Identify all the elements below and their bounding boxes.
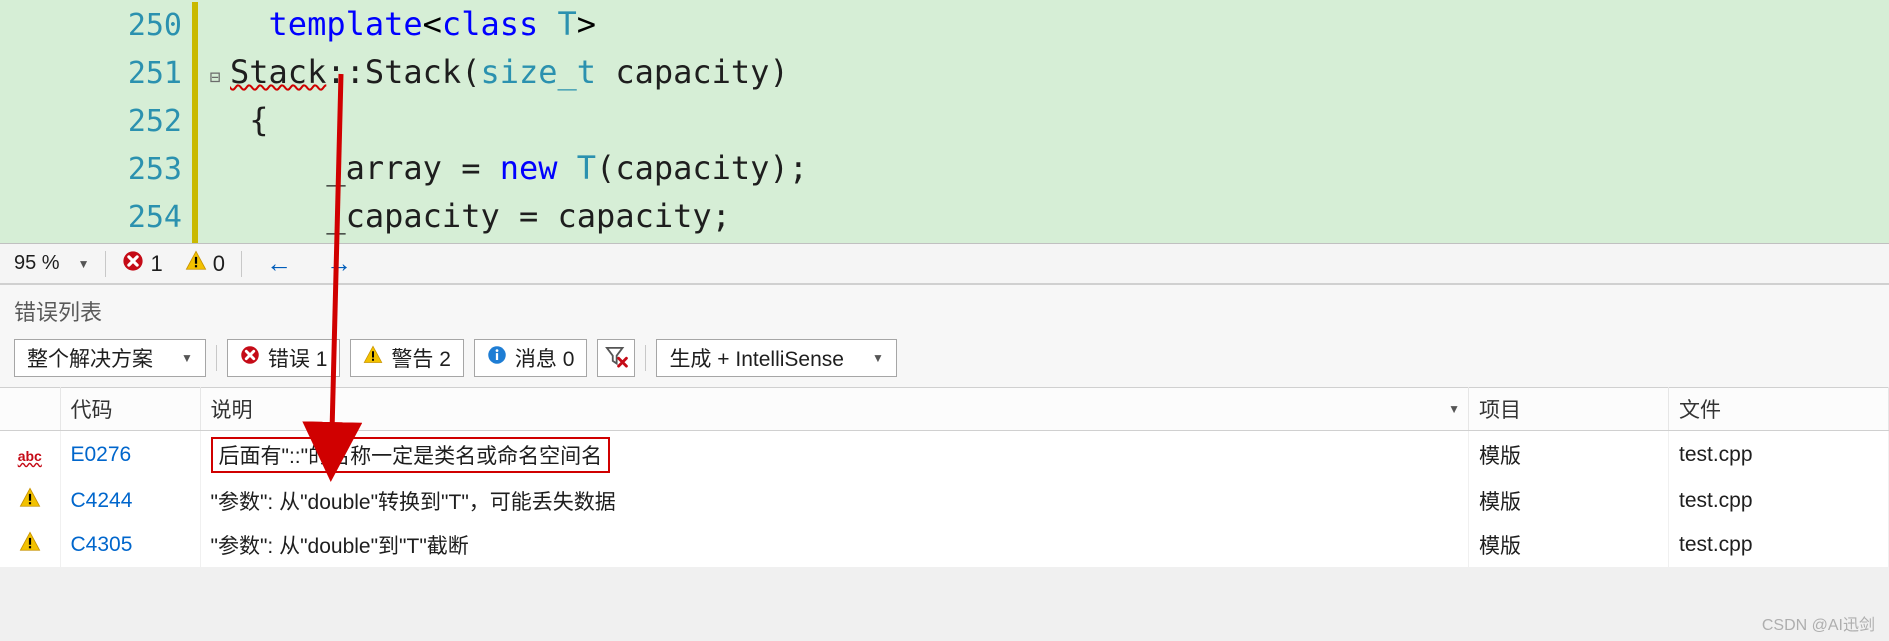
warning-icon xyxy=(363,345,383,371)
warning-icon xyxy=(0,479,60,523)
zoom-combo[interactable]: 95 % ▼ xyxy=(8,250,95,277)
line-number: 250 xyxy=(0,2,200,50)
chevron-down-icon: ▼ xyxy=(1448,402,1460,416)
line-number: 255 xyxy=(0,242,200,244)
error-code[interactable]: C4244 xyxy=(60,479,200,523)
nav-back-icon[interactable]: ← xyxy=(266,248,292,279)
table-row[interactable]: abcE0276后面有"::"的名称一定是类名或命名空间名模版test.cpp xyxy=(0,431,1889,480)
code-text[interactable]: _capacity = capacity; xyxy=(230,192,731,240)
error-code[interactable]: E0276 xyxy=(60,431,200,480)
error-description: 后面有"::"的名称一定是类名或命名空间名 xyxy=(200,431,1469,480)
error-file[interactable]: test.cpp xyxy=(1669,431,1889,480)
code-text[interactable]: { xyxy=(230,96,269,144)
chevron-down-icon: ▼ xyxy=(852,351,884,365)
warning-icon xyxy=(0,523,60,567)
code-text[interactable]: template<class T> xyxy=(230,0,596,48)
error-icon xyxy=(122,250,144,278)
error-list-toolbar: 整个解决方案 ▼ 错误 1 警告 2 消息 0 xyxy=(0,335,1889,387)
table-row[interactable]: C4244"参数": 从"double"转换到"T"，可能丢失数据模版test.… xyxy=(0,479,1889,523)
code-line[interactable]: 252 { xyxy=(0,96,1889,144)
watermark: CSDN @AI迅剑 xyxy=(1762,611,1875,635)
editor-status-strip: 95 % ▼ 1 0 ← → xyxy=(0,244,1889,284)
error-file[interactable]: test.cpp xyxy=(1669,523,1889,567)
separator xyxy=(216,345,217,371)
code-text[interactable]: _size = 0; xyxy=(230,240,519,244)
clear-filter-button[interactable] xyxy=(597,339,635,377)
separator xyxy=(645,345,646,371)
info-icon xyxy=(487,345,507,371)
error-table: 代码 说明▼ 项目 文件 abcE0276后面有"::"的名称一定是类名或命名空… xyxy=(0,387,1889,567)
panel-title: 错误列表 xyxy=(0,285,1889,335)
intellisense-error-icon: abc xyxy=(0,431,60,480)
mode-combo[interactable]: 生成 + IntelliSense ▼ xyxy=(656,339,896,377)
nav-forward-icon[interactable]: → xyxy=(326,248,352,279)
code-line[interactable]: 253 _array = new T(capacity); xyxy=(0,144,1889,192)
table-row[interactable]: C4305"参数": 从"double"到"T"截断模版test.cpp xyxy=(0,523,1889,567)
error-count: 1 xyxy=(150,251,162,277)
scope-label: 整个解决方案 xyxy=(27,343,153,373)
error-description: "参数": 从"double"转换到"T"，可能丢失数据 xyxy=(200,479,1469,523)
chevron-down-icon: ▼ xyxy=(161,351,193,365)
warning-icon xyxy=(185,250,207,278)
messages-filter-label: 消息 0 xyxy=(515,343,575,373)
code-text[interactable]: Stack::Stack(size_t capacity) xyxy=(230,48,789,96)
error-project: 模版 xyxy=(1469,523,1669,567)
col-icon[interactable] xyxy=(0,388,60,431)
warning-count-stat[interactable]: 0 xyxy=(179,250,231,278)
errors-filter-label: 错误 1 xyxy=(268,343,328,373)
zoom-value: 95 % xyxy=(14,252,60,275)
line-number: 253 xyxy=(0,146,200,194)
col-file[interactable]: 文件 xyxy=(1669,388,1889,431)
error-count-stat[interactable]: 1 xyxy=(116,250,168,278)
fold-toggle-icon[interactable]: ⊟ xyxy=(200,54,230,102)
error-project: 模版 xyxy=(1469,479,1669,523)
error-code[interactable]: C4305 xyxy=(60,523,200,567)
line-number: 252 xyxy=(0,98,200,146)
table-header-row: 代码 说明▼ 项目 文件 xyxy=(0,388,1889,431)
error-project: 模版 xyxy=(1469,431,1669,480)
code-line[interactable]: 254 _capacity = capacity; xyxy=(0,192,1889,240)
chevron-down-icon: ▼ xyxy=(64,257,90,271)
error-file[interactable]: test.cpp xyxy=(1669,479,1889,523)
col-proj[interactable]: 项目 xyxy=(1469,388,1669,431)
code-editor[interactable]: 250 template<class T>251⊟Stack::Stack(si… xyxy=(0,0,1889,244)
col-code[interactable]: 代码 xyxy=(60,388,200,431)
filter-clear-icon xyxy=(603,344,629,373)
separator xyxy=(105,251,106,277)
code-line[interactable]: 255 _size = 0; xyxy=(0,240,1889,244)
error-list-panel: 错误列表 整个解决方案 ▼ 错误 1 警告 2 消息 0 xyxy=(0,284,1889,567)
separator xyxy=(241,251,242,277)
warnings-filter-button[interactable]: 警告 2 xyxy=(350,339,464,377)
error-icon xyxy=(240,345,260,371)
mode-label: 生成 + IntelliSense xyxy=(669,343,844,373)
col-desc[interactable]: 说明▼ xyxy=(200,388,1469,431)
nav-arrows: ← → xyxy=(252,248,352,279)
code-line[interactable]: 251⊟Stack::Stack(size_t capacity) xyxy=(0,48,1889,96)
line-number: 254 xyxy=(0,194,200,242)
code-text[interactable]: _array = new T(capacity); xyxy=(230,144,808,192)
messages-filter-button[interactable]: 消息 0 xyxy=(474,339,588,377)
code-line[interactable]: 250 template<class T> xyxy=(0,0,1889,48)
line-number: 251 xyxy=(0,50,200,98)
warning-count: 0 xyxy=(213,251,225,277)
errors-filter-button[interactable]: 错误 1 xyxy=(227,339,341,377)
error-description: "参数": 从"double"到"T"截断 xyxy=(200,523,1469,567)
scope-combo[interactable]: 整个解决方案 ▼ xyxy=(14,339,206,377)
warnings-filter-label: 警告 2 xyxy=(391,343,451,373)
